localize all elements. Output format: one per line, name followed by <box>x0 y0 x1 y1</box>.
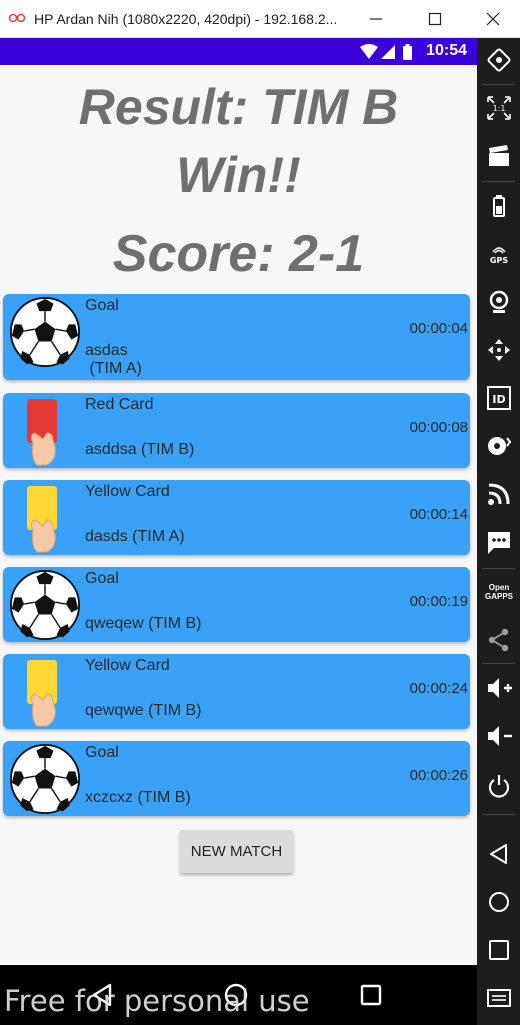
event-time: 00:00:19 <box>409 593 468 610</box>
watermark-text: Free for personal use <box>4 984 310 1018</box>
svg-text:1:1: 1:1 <box>493 104 506 113</box>
window-titlebar: HP Ardan Nih (1080x2220, 420dpi) - 192.1… <box>0 0 520 38</box>
opengapps-icon[interactable]: Open GAPPS <box>481 583 517 601</box>
event-type: Goal <box>85 297 119 314</box>
window-title: HP Ardan Nih (1080x2220, 420dpi) - 192.1… <box>34 11 338 27</box>
share-icon[interactable] <box>485 626 513 654</box>
id-icon[interactable]: ID <box>485 384 513 412</box>
status-bar: 10:54 <box>0 38 477 65</box>
event-player: qewqwe (TIM B) <box>85 702 202 719</box>
sms-icon[interactable] <box>485 528 513 556</box>
event-player: xczcxz (TIM B) <box>85 789 191 806</box>
event-type: Yellow Card <box>85 657 170 674</box>
toolbar-divider <box>482 663 515 664</box>
move-icon[interactable] <box>485 336 513 364</box>
result-title: Result: TIM B <box>78 79 399 135</box>
event-time: 00:00:04 <box>409 320 468 337</box>
event-card[interactable]: Red Card 00:00:08 asddsa (TIM B) <box>3 393 470 468</box>
app-logo-icon <box>8 13 26 23</box>
event-time: 00:00:24 <box>409 680 468 697</box>
svg-text:GPS: GPS <box>490 256 508 265</box>
status-icons <box>360 44 412 60</box>
rss-icon[interactable] <box>485 480 513 508</box>
event-type: Goal <box>85 744 119 761</box>
event-card[interactable]: Goal 00:00:26 xczcxz (TIM B) <box>3 741 470 816</box>
event-type: Yellow Card <box>85 483 170 500</box>
wifi-icon <box>360 44 378 59</box>
battery-icon[interactable] <box>485 192 513 220</box>
back-icon[interactable] <box>485 840 513 868</box>
volume-up-icon[interactable] <box>485 674 513 702</box>
yellow-card-icon <box>27 660 57 727</box>
battery-icon <box>403 46 412 60</box>
toolbar-divider <box>482 568 515 569</box>
event-card[interactable]: Goal 00:00:04 asdas (TIM A) <box>3 294 470 380</box>
soccer-ball-icon <box>9 743 81 815</box>
yellow-card-icon <box>27 486 57 553</box>
red-card-icon <box>27 399 57 466</box>
phone-screen: 10:54 Result: TIM B Win!! Score: 2-1 Goa… <box>0 38 477 1025</box>
new-match-button[interactable]: NEW MATCH <box>180 830 293 873</box>
svg-text:ID: ID <box>492 393 505 406</box>
maximize-button[interactable] <box>406 0 464 38</box>
maximize-icon <box>428 12 442 26</box>
soccer-ball-icon <box>9 569 81 641</box>
recents-icon[interactable] <box>485 936 513 964</box>
event-player: dasds (TIM A) <box>85 528 185 545</box>
emulator-toolbar: 1:1 GPS ID Open GAPPS <box>477 38 520 1025</box>
soccer-ball-icon <box>9 296 81 368</box>
menu-icon[interactable] <box>485 984 513 1012</box>
power-icon[interactable] <box>485 772 513 800</box>
event-card[interactable]: Yellow Card 00:00:14 dasds (TIM A) <box>3 480 470 555</box>
event-card[interactable]: Yellow Card 00:00:24 qewqwe (TIM B) <box>3 654 470 729</box>
one-to-one-icon[interactable]: 1:1 <box>485 94 513 122</box>
gps-icon[interactable]: GPS <box>485 240 513 268</box>
event-type: Goal <box>85 570 119 587</box>
event-card[interactable]: Goal 00:00:19 qweqew (TIM B) <box>3 567 470 642</box>
event-player: asddsa (TIM B) <box>85 441 195 458</box>
close-icon <box>486 12 500 26</box>
event-time: 00:00:26 <box>409 767 468 784</box>
signal-icon <box>381 45 395 59</box>
event-type: Red Card <box>85 396 154 413</box>
volume-down-icon[interactable] <box>485 722 513 750</box>
event-player: qweqew (TIM B) <box>85 615 202 632</box>
toolbar-divider <box>482 814 515 815</box>
clapperboard-icon[interactable] <box>485 142 513 170</box>
event-time: 00:00:14 <box>409 506 468 523</box>
recents-icon[interactable] <box>357 981 385 1009</box>
event-player: asdas (TIM A) <box>85 342 142 377</box>
toolbar-divider <box>482 84 515 85</box>
disk-icon[interactable] <box>485 432 513 460</box>
minimize-button[interactable] <box>347 0 405 38</box>
toolbar-divider <box>482 181 515 182</box>
result-outcome: Win!! <box>176 147 301 203</box>
rotate-icon[interactable] <box>485 46 513 74</box>
webcam-icon[interactable] <box>485 288 513 316</box>
status-time: 10:54 <box>426 42 467 59</box>
minimize-icon <box>370 18 382 20</box>
close-button[interactable] <box>464 0 520 38</box>
event-time: 00:00:08 <box>409 419 468 436</box>
result-score: Score: 2-1 <box>112 225 365 283</box>
home-icon[interactable] <box>485 888 513 916</box>
